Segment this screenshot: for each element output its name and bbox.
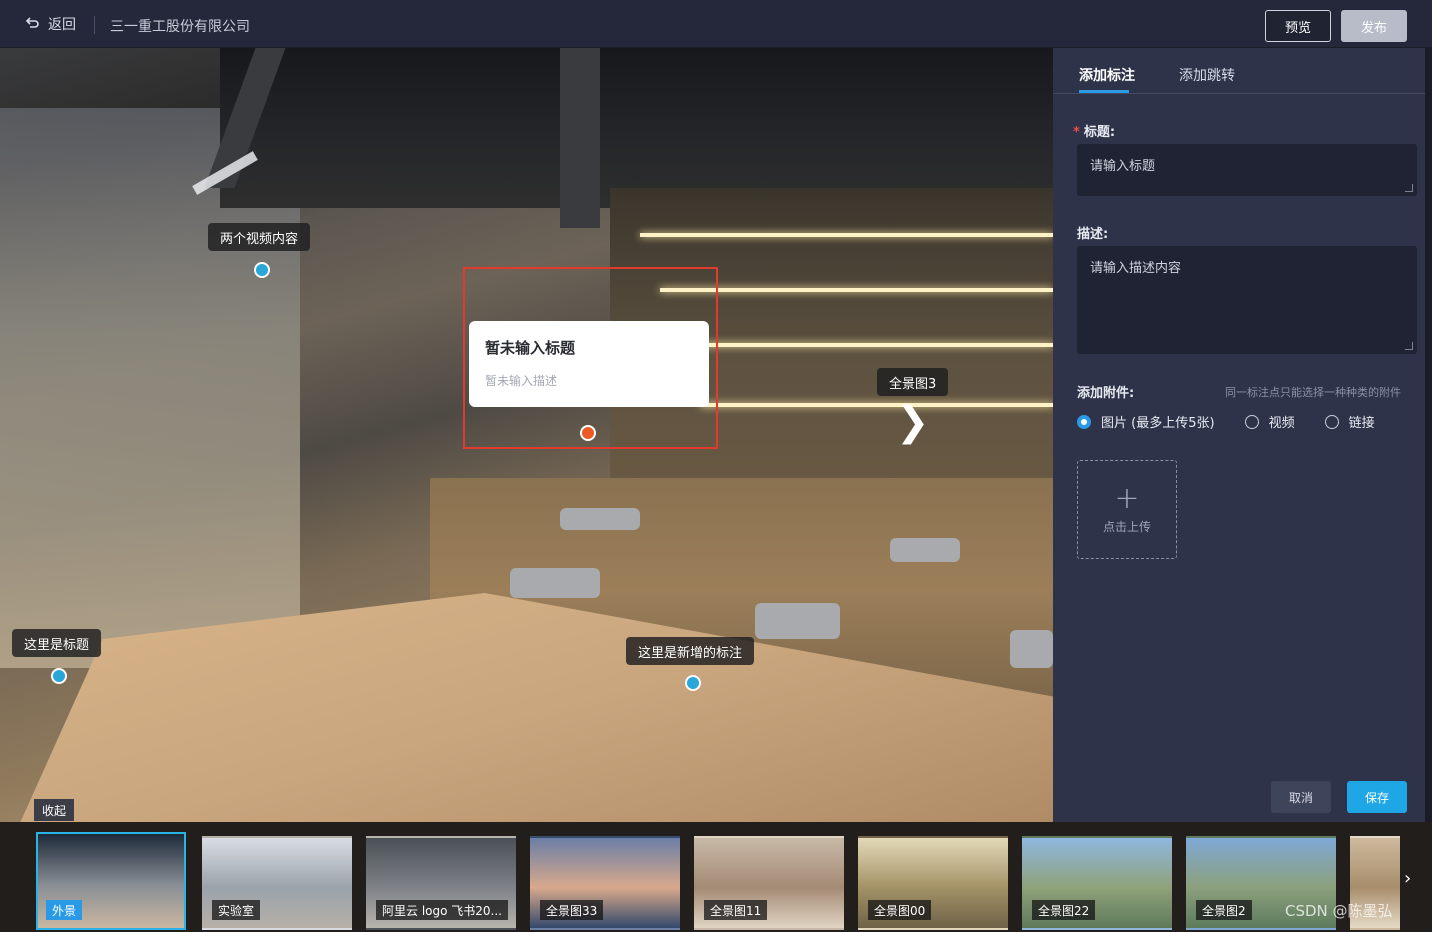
hotspot-label[interactable]: 两个视频内容	[208, 223, 311, 251]
tab-add-jump[interactable]: 添加跳转	[1179, 65, 1235, 85]
required-mark: *	[1073, 125, 1080, 140]
scene-thumbnail-strip: 全景图2 全景图22 全景图00 全景图11 全景图33 阿里云 logo 飞书20...…	[0, 822, 1432, 932]
scene-thumbnail-label: 全景图2	[1196, 900, 1252, 920]
chevron-right-icon[interactable]: ›	[1404, 868, 1411, 889]
annotation-popup[interactable]: 暂未输入标题 暂未输入描述	[469, 321, 709, 407]
new-hotspot-marker[interactable]	[580, 425, 596, 441]
collapse-button[interactable]: 收起	[34, 799, 75, 821]
radio-video[interactable]: 视频	[1244, 412, 1295, 431]
back-button[interactable]: 返回	[24, 14, 76, 34]
radio-image[interactable]: 图片 (最多上传5张)	[1077, 412, 1215, 431]
panel-scrollbar[interactable]	[1425, 48, 1432, 822]
scene-thumbnail-label: 全景图11	[704, 900, 768, 920]
watermark: CSDN @陈墨弘	[1285, 902, 1393, 920]
radio-image-label: 图片 (最多上传5张)	[1101, 416, 1215, 431]
hotspot-marker[interactable]	[685, 675, 701, 691]
upload-button[interactable]: + 点击上传	[1077, 460, 1177, 559]
back-label: 返回	[48, 17, 76, 33]
tab-add-annotation[interactable]: 添加标注	[1079, 65, 1135, 85]
resize-handle-icon[interactable]	[1405, 342, 1413, 350]
panel-tabs: 添加标注 添加跳转	[1053, 48, 1425, 94]
scene-beam	[560, 48, 600, 228]
scene-ceiling	[220, 48, 1053, 208]
chevron-right-icon: ❯	[895, 399, 930, 445]
top-bar: 返回 三一重工股份有限公司 预览 发布	[0, 0, 1432, 48]
preview-button[interactable]: 预览	[1265, 10, 1331, 42]
header-divider	[94, 16, 95, 34]
description-field-label: 描述:	[1077, 227, 1109, 242]
attachment-type-group: 图片 (最多上传5张) 视频 链接	[1077, 412, 1375, 431]
hotspot-label[interactable]: 这里是新增的标注	[626, 637, 755, 665]
shelf-light	[640, 233, 1053, 237]
scene-jump-label: 全景图3	[877, 368, 949, 396]
plus-icon: +	[1114, 481, 1140, 516]
title-field-label: * 标题:	[1073, 121, 1115, 140]
hotspot-label[interactable]: 这里是标题	[12, 629, 102, 657]
upload-label: 点击上传	[1102, 520, 1151, 534]
hotspot-marker[interactable]	[51, 668, 67, 684]
scene-thumbnail-label: 外景	[46, 900, 83, 920]
scene-thumbnail[interactable]: 实验室	[202, 836, 352, 930]
company-name: 三一重工股份有限公司	[110, 19, 250, 35]
scene-thumbnail[interactable]: 全景图11	[694, 836, 844, 930]
radio-video-label: 视频	[1268, 416, 1295, 431]
shelf-light	[660, 288, 1053, 292]
description-input[interactable]: 请输入描述内容	[1077, 246, 1417, 354]
radio-unchecked-icon	[1324, 414, 1339, 429]
publish-button[interactable]: 发布	[1341, 10, 1407, 42]
attachment-hint: 同一标注点只能选择一种种类的附件	[1225, 386, 1401, 399]
scene-thumbnail-label: 全景图22	[1032, 900, 1096, 920]
scene-thumbnail[interactable]: 阿里云 logo 飞书20...	[366, 836, 516, 930]
scene-cushion	[1010, 630, 1053, 668]
title-input[interactable]: 请输入标题	[1077, 144, 1417, 196]
hotspot-marker[interactable]	[254, 262, 270, 278]
radio-unchecked-icon	[1244, 414, 1259, 429]
active-tab-indicator	[1079, 90, 1129, 93]
scene-thumbnail[interactable]: 外景	[36, 832, 186, 930]
scene-thumbnail[interactable]: 全景图22	[1022, 836, 1172, 930]
scene-cushion	[560, 508, 640, 530]
radio-checked-icon	[1077, 414, 1091, 429]
panorama-viewer[interactable]: 两个视频内容 这里是标题 这里是新增的标注 全景图3 ❯ 暂未输入标题 暂未输入…	[0, 48, 1053, 822]
annotation-popup-title: 暂未输入标题	[485, 339, 576, 357]
scene-thumbnail-label: 全景图00	[868, 900, 932, 920]
radio-link-label: 链接	[1348, 416, 1375, 431]
save-button[interactable]: 保存	[1347, 781, 1407, 813]
scene-thumbnail[interactable]: 全景图33	[530, 836, 680, 930]
scene-jump-link[interactable]: 全景图3 ❯	[877, 368, 949, 445]
scene-cushion	[755, 603, 840, 639]
cancel-button[interactable]: 取消	[1271, 781, 1331, 813]
scene-cushion	[890, 538, 960, 562]
scene-thumbnail[interactable]: 全景图00	[858, 836, 1008, 930]
scene-thumbnail-label: 阿里云 logo 飞书20...	[376, 900, 508, 920]
scene-thumbnail-label: 全景图33	[540, 900, 604, 920]
attachment-field-label: 添加附件:	[1077, 386, 1135, 401]
annotation-panel: 添加标注 添加跳转 * 标题: 请输入标题 描述: 请输入描述内容 添加附件: 同…	[1053, 48, 1425, 822]
scene-thumbnail-label: 实验室	[212, 900, 261, 920]
back-arrow-icon	[25, 17, 39, 28]
title-label-text: 标题:	[1083, 125, 1116, 140]
shelf-light	[680, 343, 1053, 347]
resize-handle-icon[interactable]	[1405, 184, 1413, 192]
scene-cushion	[510, 568, 600, 598]
radio-link[interactable]: 链接	[1324, 412, 1375, 431]
annotation-popup-description: 暂未输入描述	[485, 374, 558, 388]
description-input-placeholder: 请输入描述内容	[1090, 261, 1182, 276]
title-input-placeholder: 请输入标题	[1090, 159, 1156, 174]
